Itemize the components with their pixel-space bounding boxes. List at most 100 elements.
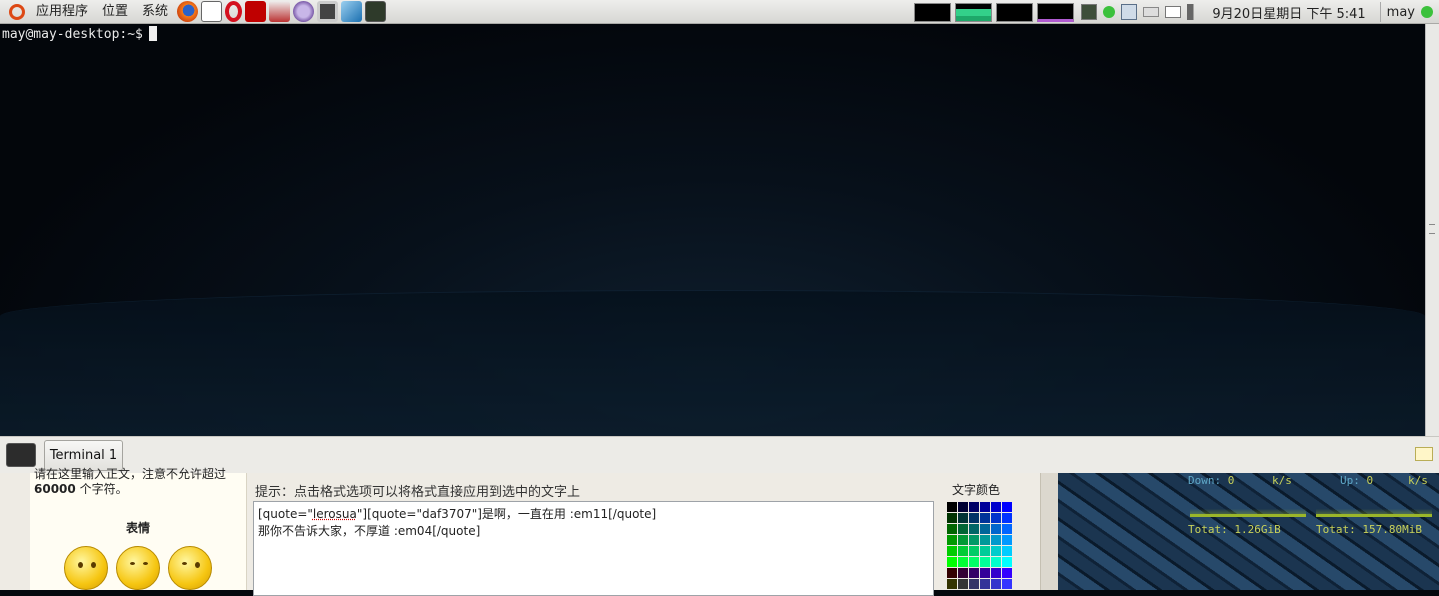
color-swatch[interactable]	[1002, 502, 1012, 512]
pidgin-icon[interactable]	[293, 1, 315, 22]
post-editor[interactable]: [quote="lerosua"][quote="daf3707"]是啊，一直在…	[253, 501, 934, 596]
user-name[interactable]: may	[1387, 5, 1415, 20]
wink-emoticon-icon[interactable]	[168, 546, 212, 590]
load-monitor[interactable]	[1037, 2, 1075, 22]
terminal-view[interactable]: may@may-desktop:~$	[0, 24, 1425, 436]
volume-icon[interactable]	[1187, 4, 1204, 20]
menu-applications[interactable]: 应用程序	[29, 0, 95, 24]
color-swatch[interactable]	[1002, 579, 1012, 589]
color-swatch[interactable]	[947, 546, 957, 556]
firefox-icon[interactable]	[177, 1, 199, 22]
filezilla-icon[interactable]	[245, 1, 267, 22]
color-swatch[interactable]	[980, 557, 990, 567]
menu-places[interactable]: 位置	[95, 0, 135, 24]
ubuntu-logo-icon[interactable]	[9, 3, 25, 20]
user-status-icon[interactable]	[1421, 6, 1433, 18]
conky-up-total: Totat: 157.80MiB	[1316, 523, 1422, 536]
download-icon[interactable]	[365, 1, 387, 22]
conky-up-unit: k/s	[1408, 474, 1428, 487]
system-tray: 9月20日星期日 下午 5:41 may	[914, 0, 1439, 24]
package-icon[interactable]	[269, 1, 291, 22]
main-menu: 应用程序 位置 系统	[29, 0, 175, 24]
upload-graph	[1316, 501, 1432, 517]
color-swatch[interactable]	[958, 546, 968, 556]
conky-up-line: Up: 0	[1340, 474, 1373, 487]
top-panel: 应用程序 位置 系统 9月20日星期日 下午 5:41 may	[0, 0, 1439, 24]
color-swatch[interactable]	[969, 524, 979, 534]
color-swatch[interactable]	[969, 502, 979, 512]
color-swatch[interactable]	[1002, 513, 1012, 523]
scrollbar-grip[interactable]	[1429, 224, 1435, 234]
amsn-icon[interactable]	[201, 1, 223, 22]
color-swatch[interactable]	[958, 513, 968, 523]
color-swatch[interactable]	[980, 513, 990, 523]
color-swatch[interactable]	[991, 568, 1001, 578]
color-swatch[interactable]	[947, 579, 957, 589]
color-swatch[interactable]	[969, 568, 979, 578]
color-swatch[interactable]	[958, 579, 968, 589]
color-swatch[interactable]	[947, 568, 957, 578]
memory-monitor[interactable]	[955, 2, 993, 22]
clock[interactable]: 9月20日星期日 下午 5:41	[1212, 3, 1365, 22]
color-swatch[interactable]	[947, 513, 957, 523]
color-swatch[interactable]	[991, 546, 1001, 556]
camera-icon[interactable]	[317, 1, 339, 22]
update-icon[interactable]	[1081, 4, 1098, 20]
color-swatch[interactable]	[980, 524, 990, 534]
color-swatch[interactable]	[958, 568, 968, 578]
color-swatch[interactable]	[991, 502, 1001, 512]
color-swatch[interactable]	[947, 557, 957, 567]
color-swatch[interactable]	[980, 502, 990, 512]
color-swatch[interactable]	[947, 535, 957, 545]
conky-up-value: 0	[1366, 474, 1374, 487]
color-swatch[interactable]	[969, 579, 979, 589]
color-swatch[interactable]	[991, 524, 1001, 534]
color-swatch[interactable]	[958, 524, 968, 534]
color-swatch[interactable]	[991, 579, 1001, 589]
status-green-icon[interactable]	[1103, 6, 1116, 18]
notes-applet-icon[interactable]	[1415, 447, 1433, 461]
color-swatch[interactable]	[1002, 546, 1012, 556]
terminal-line: may@may-desktop:~$	[2, 26, 157, 42]
mail-icon[interactable]	[1165, 6, 1182, 18]
tongue-emoticon-icon[interactable]	[116, 546, 160, 590]
menu-system[interactable]: 系统	[135, 0, 175, 24]
network-monitor[interactable]	[996, 2, 1034, 22]
color-swatch[interactable]	[980, 579, 990, 589]
color-swatch[interactable]	[1002, 524, 1012, 534]
network-icon[interactable]	[1121, 4, 1138, 20]
post-instructions: 请在这里输入正文，注意不允许超过 60000 个字符。	[34, 467, 226, 497]
conky-down-line: Down: 0	[1188, 474, 1234, 487]
color-swatch[interactable]	[1002, 535, 1012, 545]
color-swatch[interactable]	[947, 502, 957, 512]
color-swatch[interactable]	[969, 557, 979, 567]
opera-icon[interactable]	[225, 1, 243, 22]
color-swatch[interactable]	[969, 513, 979, 523]
color-swatch[interactable]	[1002, 557, 1012, 567]
color-swatch[interactable]	[969, 535, 979, 545]
conky-down-value: 0	[1227, 474, 1235, 487]
conky-down-label: Down:	[1188, 474, 1222, 487]
show-desktop-icon[interactable]	[6, 443, 36, 467]
color-swatch[interactable]	[958, 502, 968, 512]
color-swatch[interactable]	[969, 546, 979, 556]
color-swatch[interactable]	[1002, 568, 1012, 578]
color-swatch[interactable]	[991, 535, 1001, 545]
terminal-prompt: may@may-desktop:~$	[2, 27, 143, 42]
color-swatch[interactable]	[991, 557, 1001, 567]
editor-line-2: 那你不告诉大家，不厚道 :em04[/quote]	[258, 524, 481, 538]
virtualbox-icon[interactable]	[341, 1, 363, 22]
cpu-monitor[interactable]	[914, 2, 952, 22]
keyboard-icon[interactable]	[1143, 7, 1160, 17]
color-swatch[interactable]	[980, 535, 990, 545]
color-swatch[interactable]	[991, 513, 1001, 523]
page-scroll-rail[interactable]	[1040, 473, 1059, 590]
smile-emoticon-icon[interactable]	[64, 546, 108, 590]
separator	[1379, 2, 1381, 22]
color-swatch[interactable]	[980, 568, 990, 578]
terminal-scrollbar[interactable]	[1425, 24, 1439, 436]
color-swatch[interactable]	[980, 546, 990, 556]
color-swatch[interactable]	[958, 535, 968, 545]
color-swatch[interactable]	[947, 524, 957, 534]
color-swatch[interactable]	[958, 557, 968, 567]
